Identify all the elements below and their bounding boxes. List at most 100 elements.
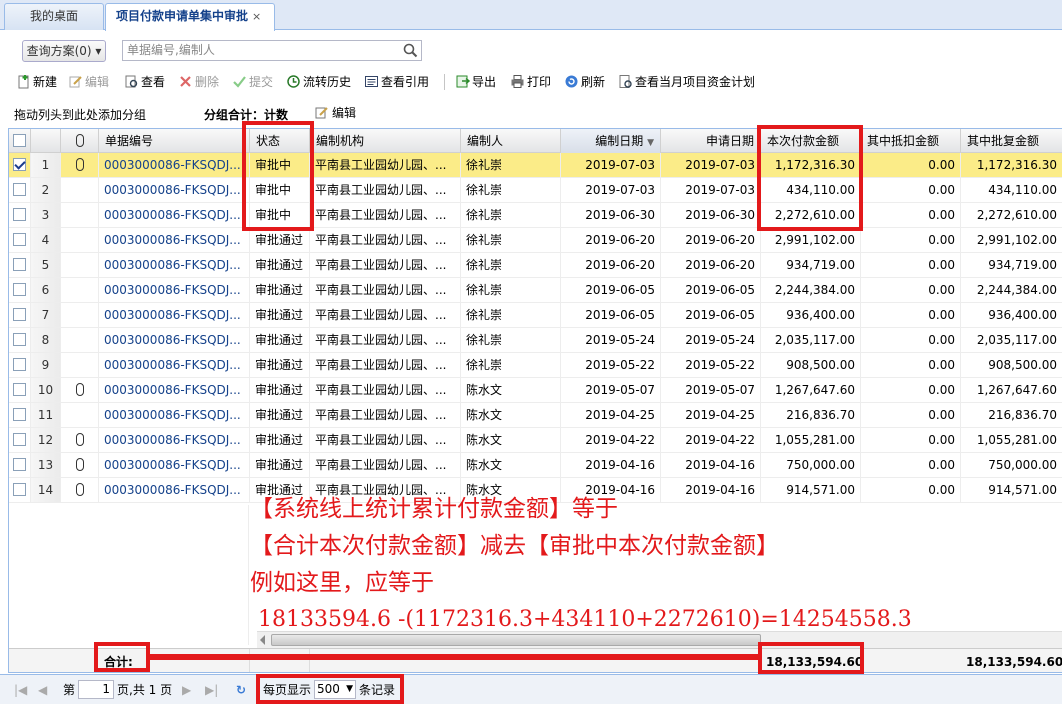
delete-button[interactable]: 删除 (178, 72, 219, 92)
view-button[interactable]: 查看 (124, 72, 165, 92)
table-row[interactable]: 6 0003000086-FKSQDJ... 审批通过 平南县工业园幼儿园、... 徐礼… (9, 278, 1062, 303)
row-checkbox[interactable] (9, 328, 31, 352)
table-row[interactable]: 8 0003000086-FKSQDJ... 审批通过 平南县工业园幼儿园、... 徐礼… (9, 328, 1062, 353)
table-row[interactable]: 1 0003000086-FKSQDJ... 审批中 平南县工业园幼儿园、... 徐礼崇… (9, 153, 1062, 178)
doc-number-cell[interactable]: 0003000086-FKSQDJ... (99, 153, 250, 177)
prep-date-cell: 2019-05-24 (561, 328, 661, 352)
recovered-cell: 936,400.00 (961, 303, 1062, 327)
attachment-cell[interactable] (61, 278, 99, 302)
query-scheme-button[interactable]: 查询方案(0) ▾ (22, 40, 106, 62)
row-checkbox[interactable] (9, 428, 31, 452)
view-reference-button[interactable]: 查看引用 (364, 72, 429, 92)
attachment-cell[interactable] (61, 178, 99, 202)
attachment-cell[interactable] (61, 253, 99, 277)
row-checkbox[interactable] (9, 353, 31, 377)
export-button[interactable]: 导出 (455, 72, 496, 92)
amount-cell: 216,836.70 (761, 403, 861, 427)
doc-number-cell[interactable]: 0003000086-FKSQDJ... (99, 353, 250, 377)
doc-number-cell[interactable]: 0003000086-FKSQDJ... (99, 203, 250, 227)
column-header-deduct[interactable]: 其中抵扣金额 (861, 129, 961, 153)
amount-cell: 1,055,281.00 (761, 428, 861, 452)
search-icon[interactable] (402, 42, 419, 59)
doc-number-cell[interactable]: 0003000086-FKSQDJ... (99, 453, 250, 477)
row-checkbox[interactable] (9, 178, 31, 202)
new-button[interactable]: 新建 (16, 72, 57, 92)
attachment-cell[interactable] (61, 328, 99, 352)
recovered-cell: 2,035,117.00 (961, 328, 1062, 352)
table-row[interactable]: 9 0003000086-FKSQDJ... 审批通过 平南县工业园幼儿园、... 徐礼… (9, 353, 1062, 378)
attachment-cell[interactable] (61, 378, 99, 402)
history-button[interactable]: 流转历史 (286, 72, 351, 92)
status-cell: 审批通过 (250, 303, 310, 327)
attachment-cell[interactable] (61, 353, 99, 377)
reload-icon[interactable]: ↻ (236, 682, 246, 698)
row-checkbox[interactable] (9, 228, 31, 252)
tab-my-desktop[interactable]: 我的桌面 (4, 3, 104, 30)
attachment-cell[interactable] (61, 453, 99, 477)
column-header-doc-no[interactable]: 单据编号 (99, 129, 250, 153)
row-checkbox[interactable] (9, 403, 31, 427)
doc-number-cell[interactable]: 0003000086-FKSQDJ... (99, 403, 250, 427)
attachment-cell[interactable] (61, 303, 99, 327)
row-checkbox[interactable] (9, 253, 31, 277)
group-bar: 拖动列头到此处添加分组 分组合计：计数 编辑 (0, 100, 1062, 128)
view-funding-plan-button[interactable]: 查看当月项目资金计划 (618, 72, 755, 92)
next-page-icon[interactable]: ▶ (182, 682, 191, 698)
tab-payment-approval[interactable]: 项目付款申请单集中审批 × (105, 3, 275, 31)
doc-number-cell[interactable]: 0003000086-FKSQDJ... (99, 378, 250, 402)
attachment-cell[interactable] (61, 228, 99, 252)
table-row[interactable]: 11 0003000086-FKSQDJ... 审批通过 平南县工业园幼儿园、... 陈… (9, 403, 1062, 428)
table-row[interactable]: 10 0003000086-FKSQDJ... 审批通过 平南县工业园幼儿园、... 陈… (9, 378, 1062, 403)
table-row[interactable]: 3 0003000086-FKSQDJ... 审批中 平南县工业园幼儿园、... 徐礼崇… (9, 203, 1062, 228)
refresh-button[interactable]: 刷新 (564, 72, 605, 92)
recovered-cell: 2,244,384.00 (961, 278, 1062, 302)
attachment-cell[interactable] (61, 428, 99, 452)
column-header-preparer[interactable]: 编制人 (461, 129, 561, 153)
doc-number-cell[interactable]: 0003000086-FKSQDJ... (99, 178, 250, 202)
column-header-recovered[interactable]: 其中批复金额 (961, 129, 1062, 153)
first-page-icon[interactable]: |◀ (14, 682, 27, 698)
doc-number-cell[interactable]: 0003000086-FKSQDJ... (99, 278, 250, 302)
table-row[interactable]: 5 0003000086-FKSQDJ... 审批通过 平南县工业园幼儿园、... 徐礼… (9, 253, 1062, 278)
attachment-header[interactable] (61, 129, 99, 153)
row-checkbox[interactable] (9, 203, 31, 227)
close-icon[interactable]: × (252, 10, 261, 23)
edit-button[interactable]: 编辑 (68, 72, 109, 92)
table-row[interactable]: 2 0003000086-FKSQDJ... 审批中 平南县工业园幼儿园、... 徐礼崇… (9, 178, 1062, 203)
attachment-cell[interactable] (61, 203, 99, 227)
doc-number-cell[interactable]: 0003000086-FKSQDJ... (99, 228, 250, 252)
doc-number-cell[interactable]: 0003000086-FKSQDJ... (99, 253, 250, 277)
column-header-org[interactable]: 编制机构 (310, 129, 461, 153)
search-input[interactable]: 单据编号,编制人 (122, 40, 422, 61)
page-number-input[interactable]: 1 (78, 680, 114, 699)
print-button[interactable]: 打印 (510, 72, 551, 92)
row-checkbox[interactable] (9, 278, 31, 302)
table-row[interactable]: 13 0003000086-FKSQDJ... 审批通过 平南县工业园幼儿园、... 陈… (9, 453, 1062, 478)
submit-button[interactable]: 提交 (232, 72, 273, 92)
attachment-cell[interactable] (61, 478, 99, 502)
amount-cell: 934,719.00 (761, 253, 861, 277)
attachment-cell[interactable] (61, 403, 99, 427)
row-checkbox[interactable] (9, 303, 31, 327)
row-checkbox[interactable] (9, 378, 31, 402)
column-header-apply-date[interactable]: 申请日期 (661, 129, 761, 153)
doc-number-cell[interactable]: 0003000086-FKSQDJ... (99, 428, 250, 452)
table-row[interactable]: 12 0003000086-FKSQDJ... 审批通过 平南县工业园幼儿园、... 陈… (9, 428, 1062, 453)
group-edit-button[interactable]: 编辑 (314, 104, 356, 121)
prev-page-icon[interactable]: ◀ (38, 682, 47, 698)
attachment-cell[interactable] (61, 153, 99, 177)
doc-number-cell[interactable]: 0003000086-FKSQDJ... (99, 478, 250, 502)
edit-icon (315, 107, 328, 119)
table-row[interactable]: 7 0003000086-FKSQDJ... 审批通过 平南县工业园幼儿园、... 徐礼… (9, 303, 1062, 328)
row-checkbox[interactable] (9, 453, 31, 477)
preparer-cell: 徐礼崇 (461, 353, 561, 377)
row-checkbox[interactable] (9, 478, 31, 502)
select-all-checkbox[interactable] (9, 129, 31, 153)
column-header-prep-date[interactable]: 编制日期 ▼ (561, 129, 661, 153)
last-page-icon[interactable]: ▶| (205, 682, 218, 698)
org-cell: 平南县工业园幼儿园、... (310, 303, 461, 327)
row-checkbox[interactable] (9, 153, 31, 177)
table-row[interactable]: 4 0003000086-FKSQDJ... 审批通过 平南县工业园幼儿园、... 徐礼… (9, 228, 1062, 253)
doc-number-cell[interactable]: 0003000086-FKSQDJ... (99, 328, 250, 352)
doc-number-cell[interactable]: 0003000086-FKSQDJ... (99, 303, 250, 327)
